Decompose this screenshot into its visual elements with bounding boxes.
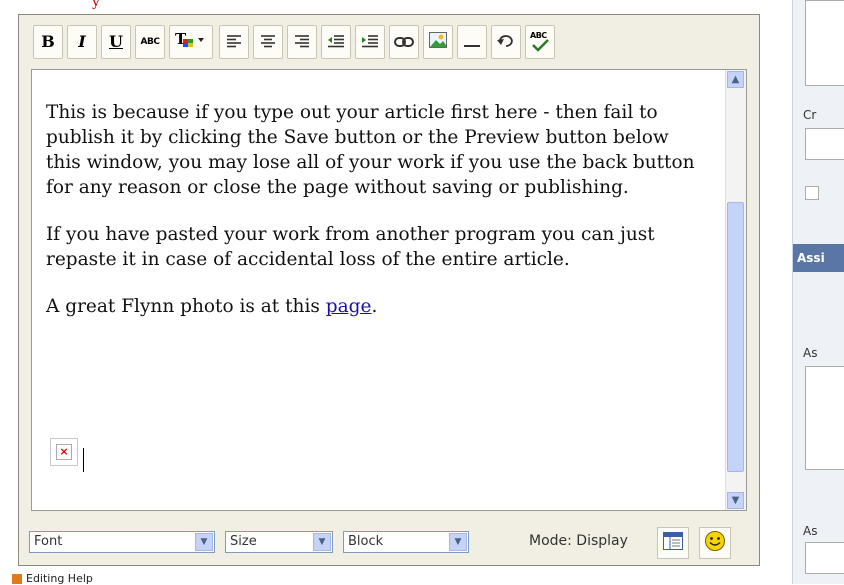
editor-content-area[interactable]: This is because if you type out your art… bbox=[31, 69, 747, 511]
undo-icon bbox=[497, 33, 515, 52]
article-body[interactable]: This is because if you type out your art… bbox=[46, 100, 706, 341]
spellcheck-button[interactable]: ABC bbox=[525, 25, 555, 59]
size-select[interactable]: Size ▼ bbox=[225, 531, 333, 553]
outdent-button[interactable] bbox=[321, 25, 351, 59]
outdent-icon bbox=[327, 33, 345, 52]
broken-image-icon: × bbox=[56, 444, 72, 460]
toggle-html-mode-button[interactable] bbox=[657, 527, 689, 559]
chevron-down-icon: ▼ bbox=[195, 533, 213, 551]
vertical-scrollbar[interactable]: ▲ ▼ bbox=[725, 70, 746, 510]
chevron-down-icon: ▼ bbox=[449, 533, 467, 551]
scroll-up-arrow-icon[interactable]: ▲ bbox=[727, 71, 744, 88]
scroll-thumb[interactable] bbox=[727, 202, 744, 472]
align-left-button[interactable] bbox=[219, 25, 249, 59]
editor-toolbar: B I U ABC T ABC bbox=[19, 15, 759, 69]
spellcheck-icon: ABC bbox=[529, 31, 551, 53]
undo-button[interactable] bbox=[491, 25, 521, 59]
scroll-down-arrow-icon[interactable]: ▼ bbox=[727, 492, 744, 509]
font-select[interactable]: Font ▼ bbox=[29, 531, 215, 553]
sidebar-section-header: Assi bbox=[793, 244, 844, 272]
paragraph-1: This is because if you type out your art… bbox=[46, 102, 695, 198]
align-center-button[interactable] bbox=[253, 25, 283, 59]
bold-button[interactable]: B bbox=[33, 25, 63, 59]
photo-page-link[interactable]: page bbox=[326, 296, 372, 317]
paragraph-2: If you have pasted your work from anothe… bbox=[46, 224, 655, 270]
text-color-button[interactable]: T bbox=[169, 25, 213, 59]
image-icon bbox=[429, 32, 447, 52]
align-left-icon bbox=[226, 33, 242, 52]
indent-icon bbox=[361, 33, 379, 52]
horizontal-rule-button[interactable] bbox=[457, 25, 487, 59]
strikethrough-button[interactable]: ABC bbox=[135, 25, 165, 59]
sidebar-list-box[interactable] bbox=[805, 366, 844, 470]
sidebar-checkbox[interactable] bbox=[805, 186, 819, 200]
align-right-button[interactable] bbox=[287, 25, 317, 59]
underline-button[interactable]: U bbox=[101, 25, 131, 59]
smiley-icon bbox=[704, 530, 726, 556]
broken-image-placeholder[interactable]: × bbox=[50, 438, 78, 466]
align-right-icon bbox=[294, 33, 310, 52]
sidebar-textarea[interactable] bbox=[805, 0, 844, 86]
horizontal-rule-icon bbox=[464, 33, 480, 52]
help-icon bbox=[12, 574, 22, 584]
editor-bottom-bar: Font ▼ Size ▼ Block ▼ Mode: Display bbox=[19, 519, 759, 559]
indent-button[interactable] bbox=[355, 25, 385, 59]
text-caret bbox=[83, 448, 84, 472]
insert-link-button[interactable] bbox=[389, 25, 419, 59]
paragraph-3: A great Flynn photo is at this page. bbox=[46, 296, 378, 317]
chevron-down-icon: ▼ bbox=[313, 533, 331, 551]
sidebar-input-cr[interactable] bbox=[805, 128, 844, 160]
italic-button[interactable]: I bbox=[67, 25, 97, 59]
insert-image-button[interactable] bbox=[423, 25, 453, 59]
text-color-icon: T bbox=[174, 30, 208, 54]
right-sidebar-panel: Cr Assi As As bbox=[792, 0, 844, 584]
rich-text-editor: B I U ABC T ABC This is because if you t… bbox=[18, 14, 760, 566]
html-view-icon bbox=[663, 532, 683, 554]
block-select[interactable]: Block ▼ bbox=[343, 531, 469, 553]
insert-smiley-button[interactable] bbox=[699, 527, 731, 559]
page-heading-fragment: y bbox=[92, 0, 100, 10]
align-center-icon bbox=[260, 33, 276, 52]
link-icon bbox=[394, 33, 414, 52]
editing-help-link[interactable]: Editing Help bbox=[26, 572, 93, 585]
sidebar-input-as[interactable] bbox=[805, 542, 844, 574]
mode-label: Mode: Display bbox=[529, 533, 628, 549]
